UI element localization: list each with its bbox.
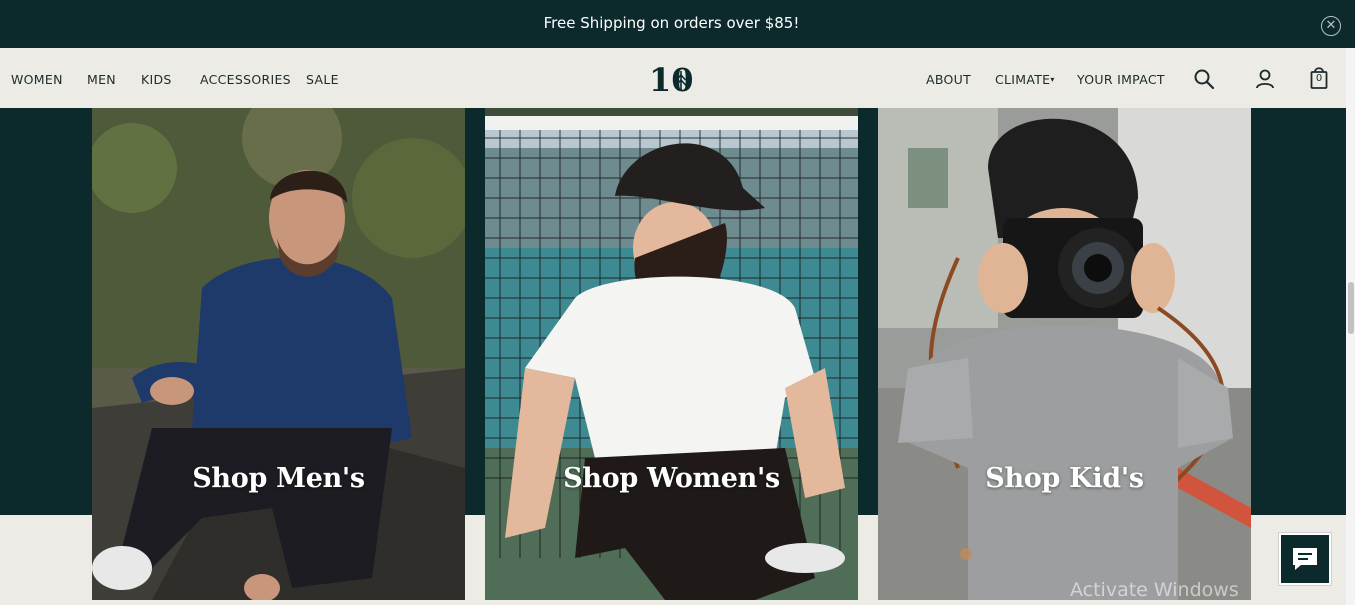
nav-men[interactable]: MEN bbox=[87, 72, 116, 87]
mens-photo bbox=[92, 108, 465, 600]
announcement-text: Free Shipping on orders over $85! bbox=[543, 14, 800, 32]
chat-button[interactable] bbox=[1279, 533, 1331, 585]
kids-photo bbox=[878, 108, 1251, 600]
brand-logo[interactable]: 10 bbox=[648, 61, 696, 99]
nav-your-impact[interactable]: YOUR IMPACT bbox=[1077, 72, 1165, 87]
logo-text: 10 bbox=[649, 61, 694, 97]
scrollbar-thumb[interactable] bbox=[1348, 282, 1354, 334]
nav-accessories[interactable]: ACCESSORIES bbox=[200, 72, 291, 87]
cart-count: 0 bbox=[1315, 73, 1323, 84]
shop-kids-card[interactable]: Shop Kid's bbox=[878, 108, 1251, 600]
shop-mens-label: Shop Men's bbox=[192, 463, 365, 494]
chevron-down-icon: ▾ bbox=[1050, 75, 1055, 84]
shop-womens-label: Shop Women's bbox=[563, 463, 780, 494]
nav-about[interactable]: ABOUT bbox=[926, 72, 971, 87]
chat-icon bbox=[1293, 548, 1317, 570]
search-icon[interactable] bbox=[1193, 68, 1215, 90]
windows-watermark: Activate Windows bbox=[1070, 579, 1239, 601]
nav-climate-label: CLIMATE bbox=[995, 72, 1051, 87]
shop-mens-card[interactable]: Shop Men's bbox=[92, 108, 465, 600]
announcement-bar: Free Shipping on orders over $85! ✕ bbox=[0, 0, 1355, 48]
shop-womens-card[interactable]: Shop Women's bbox=[485, 108, 858, 600]
nav-women[interactable]: WOMEN bbox=[11, 72, 63, 87]
nav-kids[interactable]: KIDS bbox=[141, 72, 172, 87]
womens-photo bbox=[485, 108, 858, 600]
nav-climate[interactable]: CLIMATE▾ bbox=[995, 72, 1055, 87]
shop-kids-label: Shop Kid's bbox=[985, 463, 1144, 494]
nav-sale[interactable]: SALE bbox=[306, 72, 339, 87]
main-nav: WOMEN MEN KIDS ACCESSORIES SALE 10 ABOUT… bbox=[0, 48, 1346, 108]
account-icon[interactable] bbox=[1254, 68, 1276, 90]
close-circle-icon[interactable]: ✕ bbox=[1321, 16, 1341, 36]
